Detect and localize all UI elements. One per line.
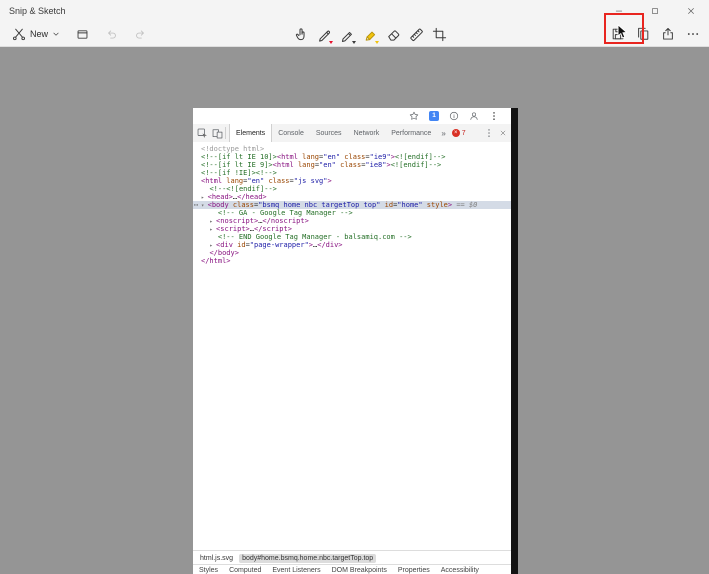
pencil-icon	[340, 27, 355, 42]
toolbar: New	[0, 22, 709, 47]
panel-tab-properties: Properties	[398, 565, 430, 574]
device-toolbar-icon	[212, 128, 223, 139]
toolbar-left: New	[8, 22, 151, 46]
devtools-tabbar-tabs: ElementsConsoleSourcesNetworkPerformance	[229, 124, 437, 142]
code-line: <!--<![endif]-->	[193, 185, 511, 193]
menu-dots-icon	[484, 128, 494, 138]
code-line: <!doctype html>	[193, 145, 511, 153]
tool-group	[291, 22, 450, 46]
panel-tab-styles: Styles	[199, 565, 218, 574]
close-button[interactable]	[673, 0, 709, 22]
eraser-icon	[386, 27, 401, 42]
close-icon	[499, 129, 507, 137]
share-icon	[661, 27, 675, 41]
highlighter-tool-button[interactable]	[360, 23, 381, 45]
code-line: </body>	[193, 249, 511, 257]
info-icon	[449, 111, 459, 121]
redo-icon	[134, 28, 147, 41]
code-line: <!--[if lt IE 10]><html lang="en" class=…	[193, 153, 511, 161]
code-line: ▸<script>…</script>	[193, 225, 511, 233]
divider	[225, 127, 226, 139]
code-line: <!-- END Google Tag Manager - balsamiq.c…	[193, 233, 511, 241]
more-button[interactable]	[681, 23, 705, 45]
chevron-down-icon	[52, 30, 60, 38]
profile-icon	[469, 111, 479, 121]
extension-badge: 1	[429, 111, 439, 121]
new-button[interactable]: New	[8, 23, 64, 45]
titlebar: Snip & Sketch	[0, 0, 709, 22]
chevron-down-icon	[352, 41, 356, 44]
app-title: Snip & Sketch	[0, 6, 66, 16]
devtools-tabbar: ElementsConsoleSourcesNetworkPerformance…	[193, 124, 511, 143]
panel-tab-dom-breakpoints: DOM Breakpoints	[332, 565, 387, 574]
ballpoint-pen-tool-button[interactable]	[314, 23, 335, 45]
ruler-icon	[409, 27, 424, 42]
window-mode-button[interactable]	[71, 23, 93, 45]
devtools-breadcrumbs: html.js.svgbody#home.bsmq.home.nbc.targe…	[193, 550, 511, 565]
breadcrumb: html.js.svg	[197, 554, 236, 563]
window-mode-icon	[76, 28, 89, 41]
devtools-tab-elements: Elements	[229, 124, 272, 142]
eraser-tool-button[interactable]	[383, 23, 404, 45]
code-line: <html lang="en" class="js svg">	[193, 177, 511, 185]
maximize-icon	[650, 6, 660, 16]
code-line: <!--[if !IE]><!-->	[193, 169, 511, 177]
devtools-tab-performance: Performance	[385, 124, 437, 142]
devtools-panel-tabs: Styles Computed Event Listeners DOM Breakpo…	[193, 564, 511, 574]
more-tabs-icon: »	[437, 129, 449, 138]
breadcrumb: body#home.bsmq.home.nbc.targetTop.top	[239, 554, 376, 563]
chevron-down-icon	[329, 41, 333, 44]
panel-tab-event-listeners: Event Listeners	[272, 565, 320, 574]
menu-dots-icon	[489, 111, 499, 121]
devtools-panel-tabs-row: Styles Computed Event Listeners DOM Breakpo…	[193, 565, 511, 574]
console-error-badge: × 7	[452, 129, 466, 137]
crop-icon	[432, 27, 447, 42]
cursor-icon	[617, 24, 628, 40]
touch-writing-tool-button[interactable]	[291, 23, 312, 45]
undo-icon	[105, 28, 118, 41]
new-snip-icon	[12, 27, 26, 41]
share-button[interactable]	[656, 23, 680, 45]
pencil-tool-button[interactable]	[337, 23, 358, 45]
code-line: <!-- GA - Google Tag Manager -->	[193, 209, 511, 217]
browser-icon-strip: 1	[193, 108, 511, 125]
ruler-tool-button[interactable]	[406, 23, 427, 45]
devtools-tabbar-right	[484, 128, 511, 138]
more-icon	[686, 27, 700, 41]
devtools-tab-sources: Sources	[310, 124, 348, 142]
touch-writing-icon	[294, 27, 309, 42]
devtools-code: <!doctype html><!--[if lt IE 10]><html l…	[193, 142, 511, 551]
editing-canvas[interactable]: 1 ElementsConsoleSourcesNetworkPerforman…	[0, 46, 709, 551]
devtools-tab-network: Network	[348, 124, 386, 142]
panel-tab-accessibility: Accessibility	[441, 565, 479, 574]
code-line: ▸<head>…</head>	[193, 193, 511, 201]
ballpoint-pen-icon	[317, 27, 332, 42]
star-icon	[409, 111, 419, 121]
code-line: ⋯▾<body class="bsmq home nbc targetTop t…	[193, 201, 511, 209]
error-count: 7	[462, 130, 466, 137]
inspect-icon	[197, 128, 208, 139]
new-button-label: New	[30, 29, 48, 39]
code-line: ▸<noscript>…</noscript>	[193, 217, 511, 225]
code-line: <!--[if lt IE 9]><html lang="en" class="…	[193, 161, 511, 169]
close-icon	[686, 6, 696, 16]
redo-button[interactable]	[129, 23, 151, 45]
code-line: ▸<div id="page-wrapper">…</div>	[193, 241, 511, 249]
error-icon: ×	[452, 129, 460, 137]
undo-button[interactable]	[100, 23, 122, 45]
page-scrollbar-strip	[511, 108, 518, 574]
snip-and-sketch-window: { "titlebar": { "title": "Snip & Sketch"…	[0, 0, 709, 551]
snip-image[interactable]: 1 ElementsConsoleSourcesNetworkPerforman…	[193, 108, 518, 574]
highlighter-icon	[363, 27, 378, 42]
panel-tab-computed: Computed	[229, 565, 261, 574]
chevron-down-icon	[375, 41, 379, 44]
devtools-tab-console: Console	[272, 124, 310, 142]
crop-tool-button[interactable]	[429, 23, 450, 45]
code-line: </html>	[193, 257, 511, 265]
